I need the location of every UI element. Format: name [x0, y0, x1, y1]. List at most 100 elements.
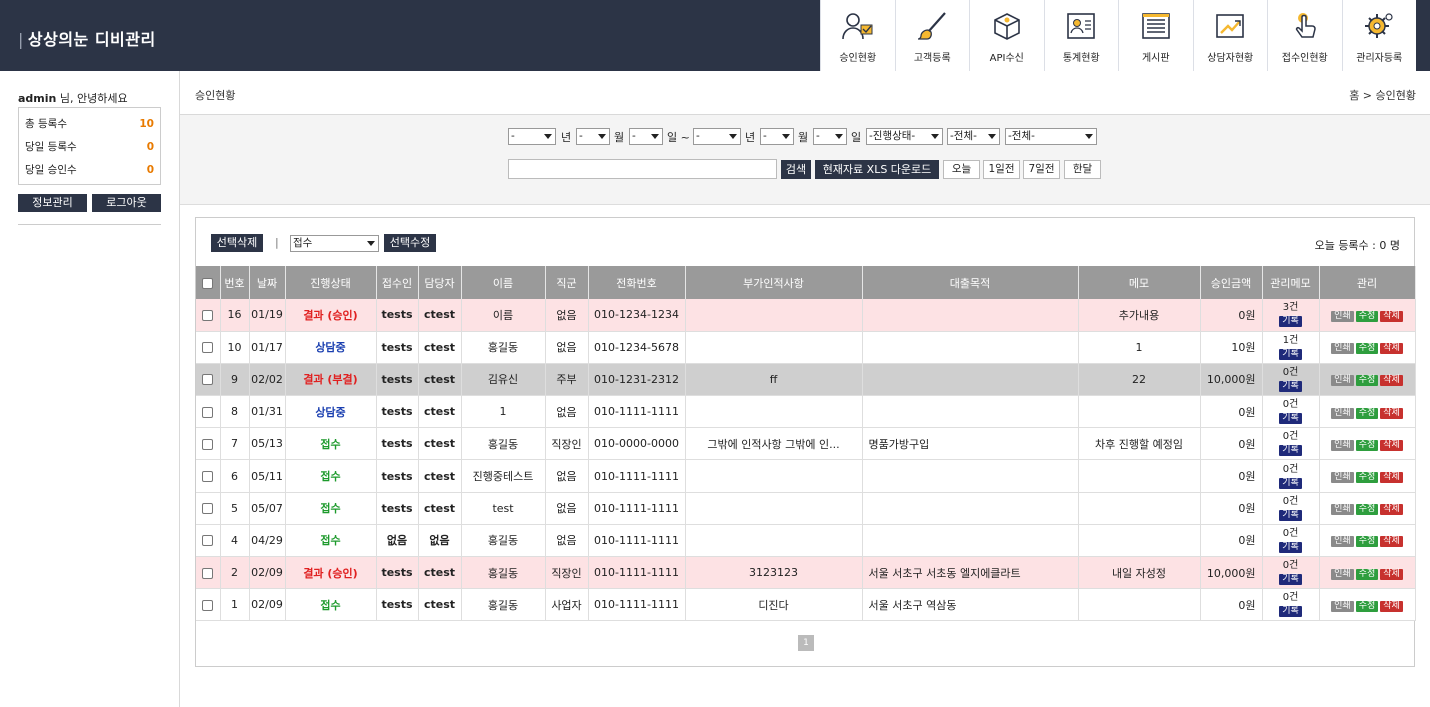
- record-button[interactable]: 기록: [1279, 380, 1302, 392]
- nav-item-6[interactable]: 상담자현황: [1192, 0, 1267, 71]
- print-button[interactable]: 인쇄: [1331, 439, 1354, 451]
- xls-download-button[interactable]: 현재자료 XLS 다운로드: [815, 160, 939, 179]
- table-row[interactable]: 4 04/29 접수 없음 없음 홍길동 없음 010-1111-1111 0원 0건 기록 인쇄 수정…: [196, 524, 1416, 558]
- edit-button[interactable]: 수정: [1355, 343, 1379, 355]
- record-button[interactable]: 기록: [1279, 348, 1302, 360]
- delete-button[interactable]: 삭제: [1380, 407, 1403, 419]
- cell-name[interactable]: 홍길동: [461, 556, 546, 590]
- cell-name[interactable]: 진행중테스트: [461, 459, 546, 493]
- table-row[interactable]: 9 02/02 결과 (부결) tests ctest 김유신 주부 010-1231-231…: [196, 363, 1416, 397]
- print-button[interactable]: 인쇄: [1331, 472, 1354, 484]
- nav-item-5[interactable]: 게시판: [1118, 0, 1193, 71]
- table-row[interactable]: 2 02/09 결과 (승인) tests ctest 홍길동 직장인 010-1111-11…: [196, 556, 1416, 590]
- table-row[interactable]: 6 05/11 접수 tests ctest 진행중테스트 없음 010-1111-1111 0…: [196, 459, 1416, 493]
- select-all-header[interactable]: [196, 266, 221, 299]
- end-year-select[interactable]: -: [693, 128, 741, 145]
- record-button[interactable]: 기록: [1279, 413, 1302, 425]
- one-day-button[interactable]: 1일전: [983, 160, 1020, 179]
- cell-name[interactable]: 김유신: [461, 363, 546, 397]
- edit-button[interactable]: 수정: [1355, 536, 1379, 548]
- table-row[interactable]: 10 01/17 상담중 tests ctest 홍길동 없음 010-1234-5678 1 1…: [196, 331, 1416, 364]
- print-button[interactable]: 인쇄: [1331, 343, 1354, 355]
- modify-selected-button[interactable]: 선택수정: [384, 234, 436, 252]
- print-button[interactable]: 인쇄: [1331, 600, 1354, 612]
- cell-name[interactable]: 홍길동: [461, 588, 546, 622]
- search-input[interactable]: [508, 159, 777, 179]
- record-button[interactable]: 기록: [1279, 316, 1302, 328]
- nav-item-8[interactable]: 관리자등록: [1341, 0, 1416, 71]
- delete-button[interactable]: 삭제: [1380, 343, 1403, 355]
- delete-button[interactable]: 삭제: [1380, 375, 1403, 387]
- info-manage-button[interactable]: 정보관리: [18, 194, 87, 212]
- delete-selected-button[interactable]: 선택삭제: [211, 234, 263, 252]
- breadcrumb[interactable]: 홈 > 승인현황: [1349, 87, 1416, 103]
- record-button[interactable]: 기록: [1279, 574, 1302, 586]
- record-button[interactable]: 기록: [1279, 477, 1302, 489]
- edit-button[interactable]: 수정: [1355, 407, 1379, 419]
- table-row[interactable]: 5 05/07 접수 tests ctest test 없음 010-1111-1111 0원 0…: [196, 492, 1416, 525]
- cell-name[interactable]: 홍길동: [461, 524, 546, 558]
- start-day-select[interactable]: -: [629, 128, 663, 145]
- end-day-select[interactable]: -: [813, 128, 847, 145]
- cell-name[interactable]: 홍길동: [461, 427, 546, 461]
- edit-button[interactable]: 수정: [1355, 472, 1379, 484]
- table-row[interactable]: 16 01/19 결과 (승인) tests ctest 이름 없음 010-1234-123…: [196, 299, 1416, 332]
- row-checkbox[interactable]: [202, 599, 214, 611]
- app-title[interactable]: | 상상의눈 디비관리: [18, 26, 156, 50]
- print-button[interactable]: 인쇄: [1331, 568, 1354, 580]
- table-row[interactable]: 8 01/31 상담중 tests ctest 1 없음 010-1111-1111 0원 0건 기…: [196, 395, 1416, 429]
- select-all-checkbox[interactable]: [202, 277, 214, 289]
- row-checkbox[interactable]: [202, 309, 214, 321]
- table-row[interactable]: 1 02/09 접수 tests ctest 홍길동 사업자 010-1111-1111 디진다…: [196, 588, 1416, 622]
- delete-button[interactable]: 삭제: [1380, 568, 1403, 580]
- edit-button[interactable]: 수정: [1355, 600, 1379, 612]
- print-button[interactable]: 인쇄: [1331, 310, 1354, 322]
- category-select[interactable]: -전체-: [947, 128, 1000, 145]
- edit-button[interactable]: 수정: [1355, 568, 1379, 580]
- bulk-status-select[interactable]: 접수: [290, 235, 379, 252]
- end-month-select[interactable]: -: [760, 128, 794, 145]
- nav-item-1[interactable]: 승인현황: [820, 0, 895, 71]
- print-button[interactable]: 인쇄: [1331, 407, 1354, 419]
- row-checkbox[interactable]: [202, 374, 214, 386]
- row-checkbox[interactable]: [202, 471, 214, 483]
- cell-name[interactable]: 1: [461, 395, 546, 429]
- print-button[interactable]: 인쇄: [1331, 375, 1354, 387]
- nav-item-3[interactable]: API수신: [969, 0, 1044, 71]
- logout-button[interactable]: 로그아웃: [92, 194, 161, 212]
- print-button[interactable]: 인쇄: [1331, 536, 1354, 548]
- row-checkbox[interactable]: [202, 535, 214, 547]
- today-button[interactable]: 오늘: [943, 160, 980, 179]
- start-month-select[interactable]: -: [576, 128, 610, 145]
- row-checkbox[interactable]: [202, 567, 214, 579]
- row-checkbox[interactable]: [202, 503, 214, 515]
- record-button[interactable]: 기록: [1279, 445, 1302, 457]
- page-1-link[interactable]: 1: [798, 635, 814, 651]
- delete-button[interactable]: 삭제: [1380, 600, 1403, 612]
- row-checkbox[interactable]: [202, 342, 214, 354]
- delete-button[interactable]: 삭제: [1380, 439, 1403, 451]
- cell-name[interactable]: test: [461, 492, 546, 525]
- edit-button[interactable]: 수정: [1355, 375, 1379, 387]
- seven-days-button[interactable]: 7일전: [1023, 160, 1060, 179]
- progress-status-select[interactable]: -진행상태-: [866, 128, 943, 145]
- row-checkbox[interactable]: [202, 406, 214, 418]
- delete-button[interactable]: 삭제: [1380, 504, 1403, 516]
- record-button[interactable]: 기록: [1279, 509, 1302, 521]
- delete-button[interactable]: 삭제: [1380, 472, 1403, 484]
- print-button[interactable]: 인쇄: [1331, 504, 1354, 516]
- nav-item-4[interactable]: 통계현황: [1043, 0, 1118, 71]
- nav-item-2[interactable]: 고객등록: [894, 0, 969, 71]
- nav-item-7[interactable]: 접수인현황: [1267, 0, 1342, 71]
- edit-button[interactable]: 수정: [1355, 310, 1379, 322]
- one-month-button[interactable]: 한달: [1064, 160, 1101, 179]
- search-button[interactable]: 검색: [781, 160, 811, 179]
- edit-button[interactable]: 수정: [1355, 439, 1379, 451]
- edit-button[interactable]: 수정: [1355, 504, 1379, 516]
- field-select[interactable]: -전체-: [1005, 128, 1097, 145]
- cell-name[interactable]: 이름: [461, 299, 546, 332]
- cell-name[interactable]: 홍길동: [461, 331, 546, 364]
- delete-button[interactable]: 삭제: [1380, 310, 1403, 322]
- start-year-select[interactable]: -: [508, 128, 556, 145]
- record-button[interactable]: 기록: [1279, 606, 1302, 618]
